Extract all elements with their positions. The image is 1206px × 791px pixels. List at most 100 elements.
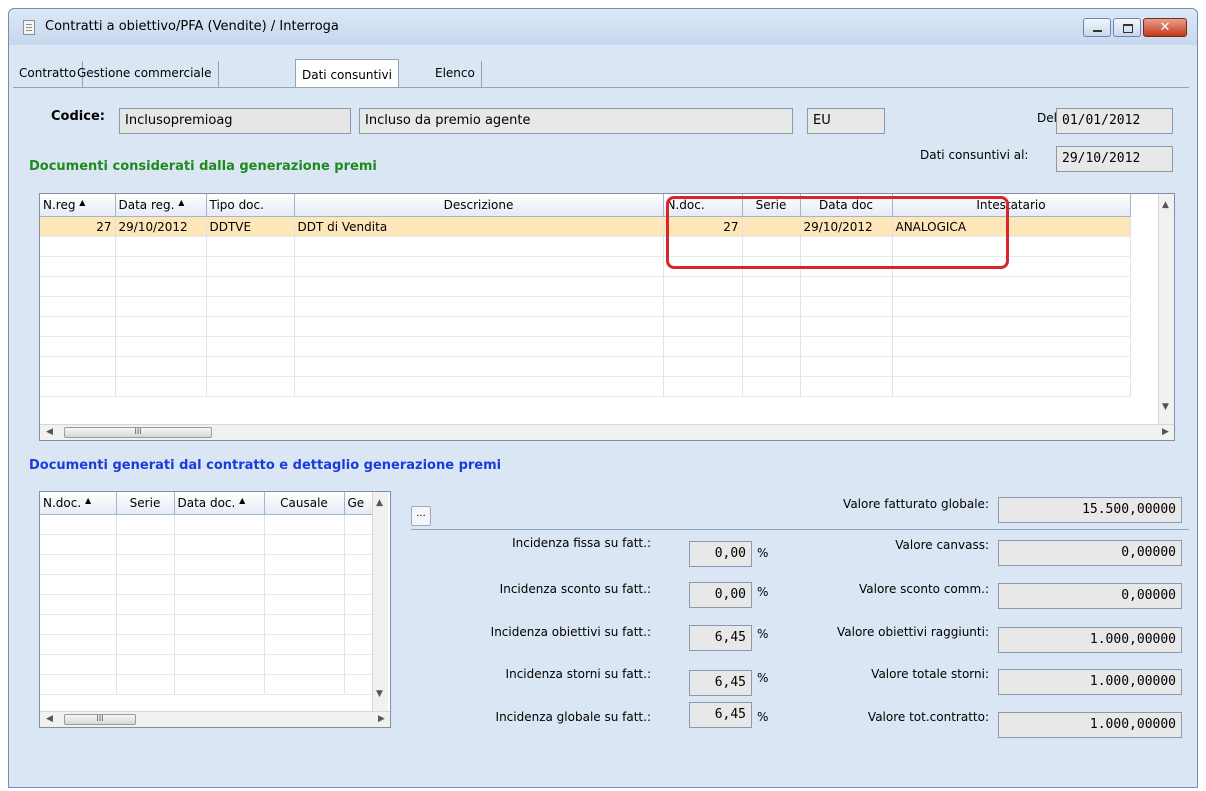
generati-header-row: N.doc. ▲ Serie Data doc. ▲ Causale Ge: [40, 492, 373, 515]
title-bar[interactable]: Contratti a obiettivo/PFA (Vendite) / In…: [9, 9, 1197, 45]
tab-dati-consuntivi[interactable]: Dati consuntivi: [295, 59, 399, 89]
col-header-label: N.reg: [43, 198, 76, 212]
valore-obiettivi-label: Valore obiettivi raggiunti:: [837, 625, 989, 639]
incidenza-sconto-field[interactable]: 0,00: [689, 582, 752, 608]
sort-icon: ▲: [85, 496, 92, 505]
percent-unit: %: [757, 546, 769, 560]
incidenza-fissa-field[interactable]: 0,00: [689, 541, 752, 567]
tab-elenco[interactable]: Elenco: [429, 61, 482, 87]
table-row[interactable]: [40, 634, 373, 655]
col-header-label: Data reg.: [118, 198, 175, 212]
valore-storni-field[interactable]: 1.000,00000: [998, 669, 1182, 695]
col-header-tipo-doc[interactable]: Tipo doc.: [206, 194, 295, 217]
col-header-serie[interactable]: Serie: [116, 492, 175, 515]
table-row[interactable]: [40, 674, 373, 695]
valore-contratto-field[interactable]: 1.000,00000: [998, 712, 1182, 738]
close-button[interactable]: ✕: [1143, 18, 1187, 37]
col-header-descrizione[interactable]: Descrizione: [294, 194, 664, 217]
incidenza-storni-label: Incidenza storni su fatt.:: [505, 667, 651, 681]
vertical-scrollbar[interactable]: ▲ ▼: [1158, 194, 1174, 424]
scroll-up-icon[interactable]: ▲: [376, 498, 383, 508]
maximize-button[interactable]: [1113, 18, 1141, 37]
incidenza-globale-field[interactable]: 6,45: [689, 702, 752, 728]
percent-unit: %: [757, 671, 769, 685]
valore-contratto-label: Valore tot.contratto:: [867, 710, 989, 724]
col-header-causale[interactable]: Causale: [264, 492, 345, 515]
col-header-label: Data doc.: [177, 496, 236, 510]
valore-sconto-label: Valore sconto comm.:: [858, 582, 989, 596]
table-row[interactable]: [40, 554, 373, 575]
scroll-right-icon[interactable]: ▶: [378, 714, 385, 724]
table-row[interactable]: [40, 574, 373, 595]
scroll-thumb[interactable]: III: [64, 427, 212, 438]
section-documenti-generati: Documenti generati dal contratto e detta…: [29, 458, 502, 473]
scroll-up-icon[interactable]: ▲: [1162, 200, 1169, 210]
scroll-down-icon[interactable]: ▼: [1162, 402, 1169, 412]
main-window: Contratti a obiettivo/PFA (Vendite) / In…: [8, 8, 1198, 788]
incidenza-obiettivi-field[interactable]: 6,45: [689, 625, 752, 651]
table-row[interactable]: [40, 336, 1131, 357]
sort-icon: ▲: [178, 198, 185, 207]
tab-content: Codice: Inclusopremioag Incluso da premi…: [13, 87, 1189, 782]
scroll-down-icon[interactable]: ▼: [376, 689, 383, 699]
col-header-data-doc[interactable]: Data doc. ▲: [174, 492, 265, 515]
valore-canvass-label: Valore canvass:: [895, 538, 989, 552]
consuntivi-field[interactable]: 29/10/2012: [1056, 146, 1173, 172]
valore-sconto-field[interactable]: 0,00000: [998, 583, 1182, 609]
incidenza-obiettivi-label: Incidenza obiettivi su fatt.:: [490, 625, 651, 639]
col-header-ge[interactable]: Ge: [344, 492, 373, 515]
col-header-label: N.doc.: [43, 496, 82, 510]
codice-field[interactable]: Inclusopremioag: [119, 108, 351, 134]
percent-unit: %: [757, 627, 769, 641]
valore-canvass-field[interactable]: 0,00000: [998, 540, 1182, 566]
col-header-ndoc[interactable]: N.doc. ▲: [40, 492, 117, 515]
highlight-annotation: [666, 196, 1009, 269]
generati-table: N.doc. ▲ Serie Data doc. ▲ Causale Ge: [40, 492, 373, 695]
scroll-thumb[interactable]: III: [64, 714, 136, 725]
cell-tipo-doc: DDTVE: [206, 216, 295, 237]
table-row[interactable]: [40, 534, 373, 555]
valore-fatturato-field[interactable]: 15.500,00000: [998, 497, 1182, 523]
horizontal-scrollbar[interactable]: ◀ III ▶: [40, 424, 1174, 440]
sort-icon: ▲: [79, 198, 86, 207]
descrizione-field[interactable]: Incluso da premio agente: [359, 108, 793, 134]
minimize-button[interactable]: [1083, 18, 1111, 37]
table-row[interactable]: [40, 296, 1131, 317]
section-documenti-considerati: Documenti considerati dalla generazione …: [29, 159, 377, 174]
table-row[interactable]: [40, 356, 1131, 377]
scroll-left-icon[interactable]: ◀: [46, 714, 53, 724]
valore-fatturato-label: Valore fatturato globale:: [843, 497, 989, 511]
col-header-nreg[interactable]: N.reg ▲: [40, 194, 116, 217]
table-row[interactable]: [40, 316, 1131, 337]
incidenza-globale-label: Incidenza globale su fatt.:: [495, 710, 651, 724]
horizontal-scrollbar[interactable]: ◀ III ▶: [40, 711, 390, 727]
document-icon: [23, 20, 35, 35]
table-row[interactable]: [40, 594, 373, 615]
table-row[interactable]: [40, 276, 1131, 297]
scroll-left-icon[interactable]: ◀: [46, 427, 53, 437]
incidenza-storni-field[interactable]: 6,45: [689, 670, 752, 696]
valuta-field[interactable]: EU: [807, 108, 885, 134]
table-row[interactable]: [40, 654, 373, 675]
cell-nreg: 27: [40, 216, 116, 237]
consuntivi-label: Dati consuntivi al:: [920, 148, 1029, 162]
valore-storni-label: Valore totale storni:: [871, 667, 989, 681]
incidenza-fissa-label: Incidenza fissa su fatt.:: [512, 536, 651, 550]
valore-obiettivi-field[interactable]: 1.000,00000: [998, 627, 1182, 653]
sort-icon: ▲: [239, 496, 246, 505]
documenti-generati-grid: N.doc. ▲ Serie Data doc. ▲ Causale Ge ▲ …: [39, 491, 391, 728]
details-button[interactable]: ...: [411, 506, 431, 526]
table-row[interactable]: [40, 614, 373, 635]
percent-unit: %: [757, 710, 769, 724]
table-row[interactable]: [40, 514, 373, 535]
incidenza-sconto-label: Incidenza sconto su fatt.:: [499, 582, 651, 596]
percent-unit: %: [757, 585, 769, 599]
table-row[interactable]: [40, 376, 1131, 397]
cell-descrizione: DDT di Vendita: [294, 216, 664, 237]
del-field[interactable]: 01/01/2012: [1056, 108, 1173, 134]
divider: [411, 529, 1189, 530]
tab-gestione-commerciale[interactable]: Gestione commerciale: [71, 61, 219, 87]
scroll-right-icon[interactable]: ▶: [1162, 427, 1169, 437]
vertical-scrollbar[interactable]: ▲ ▼: [372, 492, 388, 711]
col-header-data-reg[interactable]: Data reg. ▲: [115, 194, 207, 217]
